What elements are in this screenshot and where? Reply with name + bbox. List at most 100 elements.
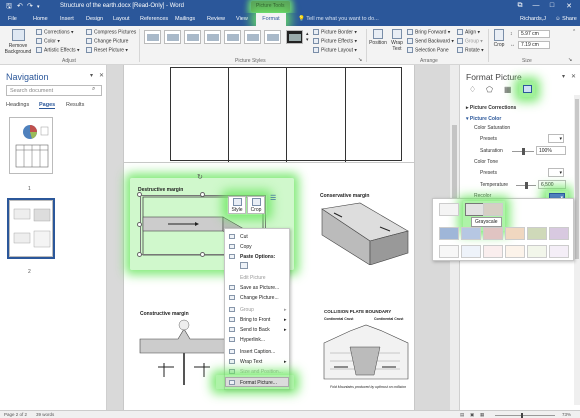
recolor-blue-dark[interactable] [439,227,459,240]
mini-style-button[interactable]: Style [228,196,246,214]
resize-handle[interactable] [200,252,205,257]
picture-settings-icon[interactable] [523,85,532,93]
save-icon[interactable]: 🖫 [6,2,12,13]
page-count[interactable]: Page 2 of 2 [4,412,27,417]
saturation-slider-thumb[interactable] [522,148,525,155]
menu-insert-caption[interactable]: Insert Caption... [240,349,275,355]
change-picture-button[interactable]: Change Picture [86,38,128,44]
nav-search-input[interactable]: Search document [6,85,102,96]
picture-style-3[interactable] [184,30,201,44]
resize-handle[interactable] [200,192,205,197]
temperature-input[interactable]: 6,500 [538,180,566,189]
height-input[interactable]: 5.97 cm [518,30,550,38]
saturation-presets-dropdown[interactable]: ▾ [548,134,564,143]
resize-handle[interactable] [137,192,142,197]
paste-keep-format-icon[interactable] [240,262,248,269]
recolor-orange[interactable] [505,227,525,240]
resize-handle[interactable] [137,222,142,227]
temperature-slider[interactable] [516,182,536,189]
recolor-light-1[interactable] [439,245,459,258]
group-button[interactable]: Group ▾ [457,38,483,44]
recolor-light-3[interactable] [483,245,503,258]
recolor-no-recolor[interactable] [439,203,459,216]
pane-options-icon[interactable]: ▾ [562,73,565,80]
redo-icon[interactable]: ↷ [27,2,33,10]
print-layout-icon[interactable]: ▣ [470,412,474,418]
read-mode-icon[interactable]: ▤ [460,412,464,418]
reset-picture-button[interactable]: Reset Picture ▾ [86,47,128,53]
send-backward-button[interactable]: Send Backward ▾ [407,38,454,44]
tab-format[interactable]: Format [256,13,286,26]
selection-pane-button[interactable]: Selection Pane [407,47,449,53]
tone-presets-dropdown[interactable]: ▾ [548,168,564,177]
picture-border-button[interactable]: Picture Border ▾ [313,29,357,35]
menu-hyperlink[interactable]: Hyperlink... [240,337,265,343]
menu-change-picture[interactable]: Change Picture... [240,295,279,301]
recolor-grayscale-option[interactable] [465,203,485,216]
rotate-handle-icon[interactable]: ↻ [197,173,203,181]
nav-close-icon[interactable]: ✕ [99,72,104,79]
undo-icon[interactable]: ↶ [17,2,23,10]
tell-me-search[interactable]: 💡 Tell me what you want to do... [298,16,379,22]
nav-tab-pages[interactable]: Pages [39,102,56,109]
customize-quick-access-icon[interactable]: ▾ [37,4,40,10]
picture-corrections-header[interactable]: ▸ Picture Corrections [466,105,516,111]
zoom-level[interactable]: 73% [562,412,571,417]
tab-insert[interactable]: Insert [60,16,74,22]
color-button[interactable]: Color ▾ [36,38,60,44]
maximize-icon[interactable]: □ [545,2,559,9]
recolor-light-4[interactable] [505,245,525,258]
nav-tab-results[interactable]: Results [66,102,84,108]
restore-icon[interactable]: ⧉ [513,2,527,10]
tab-mailings[interactable]: Mailings [175,16,195,22]
picture-layout-button[interactable]: Picture Layout ▾ [313,47,357,53]
temperature-slider-thumb[interactable] [525,182,528,189]
nav-tab-headings[interactable]: Headings [6,102,29,108]
menu-wrap-text[interactable]: Wrap Text [240,359,262,365]
recolor-light-5[interactable] [527,245,547,258]
pane-close-icon[interactable]: ✕ [571,73,576,80]
saturation-input[interactable]: 100% [536,146,566,155]
minimize-icon[interactable]: — [529,2,543,9]
tab-design[interactable]: Design [86,16,103,22]
word-count[interactable]: 39 words [36,412,54,417]
picture-styles-launcher-icon[interactable]: ↘ [358,57,362,63]
remove-background-button[interactable]: Remove Background [4,29,32,55]
tab-home[interactable]: Home [33,16,48,22]
recolor-green[interactable] [527,227,547,240]
wrap-text-button[interactable]: Wrap Text [389,29,405,52]
saturation-slider[interactable] [512,148,534,155]
recolor-red[interactable] [483,227,503,240]
crop-button[interactable]: Crop [492,29,506,48]
styles-gallery-more-icon[interactable]: ▴ ▾ [306,31,309,43]
fill-line-icon[interactable]: ♢ [469,85,476,94]
menu-format-picture[interactable]: Format Picture... [240,380,277,386]
picture-style-6[interactable] [244,30,261,44]
tab-layout[interactable]: Layout [113,16,130,22]
width-input[interactable]: 7.19 cm [518,41,550,49]
menu-format-picture-row[interactable]: Format Picture... [225,377,289,387]
picture-style-1[interactable] [144,30,161,44]
compress-pictures-button[interactable]: Compress Pictures [86,29,136,35]
recolor-purple[interactable] [549,227,569,240]
mini-crop-button[interactable]: Crop [247,196,265,214]
search-icon[interactable]: ⌕ [92,86,95,93]
collapse-ribbon-icon[interactable]: ⌃ [572,29,576,35]
tab-review[interactable]: Review [207,16,225,22]
close-icon[interactable]: ✕ [562,2,576,10]
menu-send-to-back[interactable]: Send to Back [240,327,270,333]
menu-save-as-picture[interactable]: Save as Picture... [240,285,279,291]
tab-references[interactable]: References [140,16,168,22]
size-launcher-icon[interactable]: ↘ [568,57,572,63]
zoom-slider-thumb[interactable] [521,413,523,418]
nav-options-icon[interactable]: ▾ [90,72,93,79]
recolor-sepia[interactable] [483,203,503,216]
picture-style-2[interactable] [164,30,181,44]
zoom-slider[interactable] [495,413,555,418]
page-thumbnail-1[interactable] [9,117,53,174]
resize-handle[interactable] [137,252,142,257]
recolor-light-6[interactable] [549,245,569,258]
pane-scrollbar[interactable] [574,95,580,405]
bring-forward-button[interactable]: Bring Forward ▾ [407,29,450,35]
page-thumbnail-2[interactable] [9,200,53,257]
